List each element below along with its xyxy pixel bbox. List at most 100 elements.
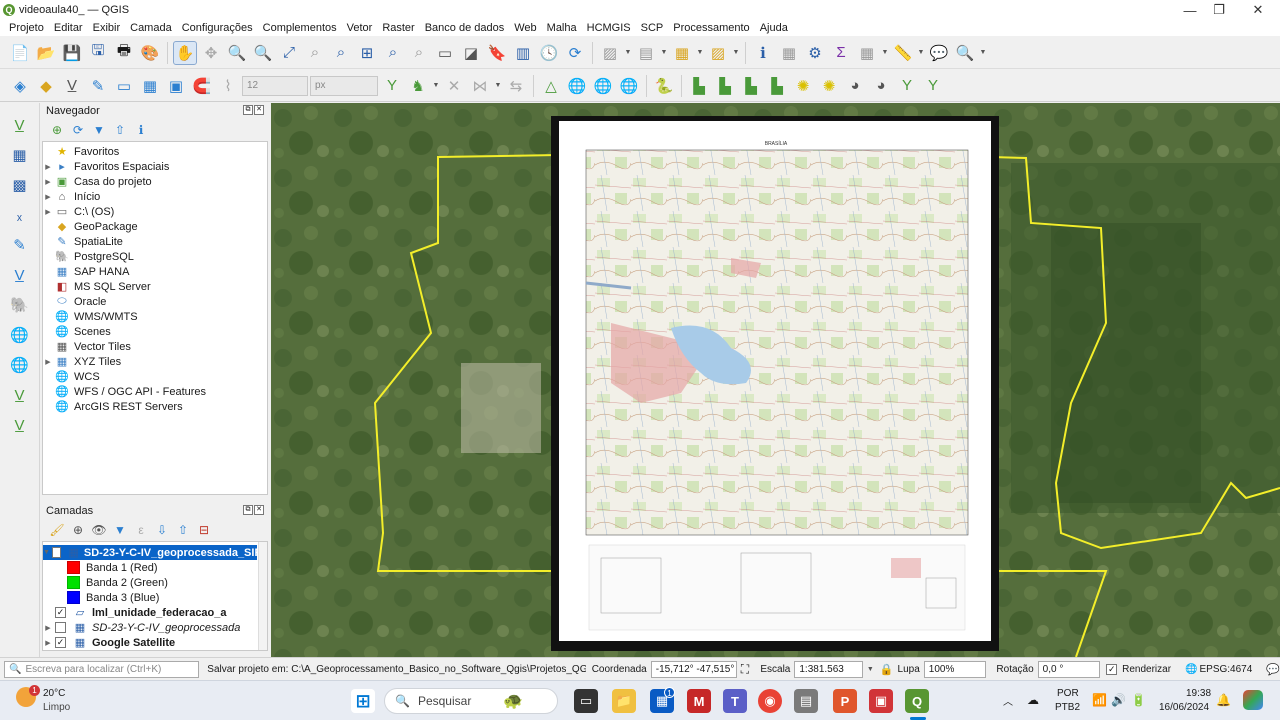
chevron-down-icon[interactable]: ▼ [867,666,874,673]
notification-bell-icon[interactable]: 🔔 [1216,693,1231,707]
show-hide-labels-icon[interactable]: ◕ [869,74,893,98]
layer-edits-icon[interactable]: ◈ [8,74,32,98]
expand-arrow-icon[interactable]: ▶ [43,624,53,632]
save-project-icon[interactable]: 💾 [60,41,84,65]
add-delimited-text-icon[interactable]: ₓ [8,203,32,227]
menu-item-0[interactable]: Projeto [4,22,49,34]
add-postgis-icon[interactable]: 🐘 [8,293,32,317]
pin-labels-icon[interactable]: ▙ [713,74,737,98]
add-virtual-layer-icon[interactable]: V̲ [8,263,32,287]
chrome-icon[interactable]: ◉ [758,689,782,713]
style-layer-icon[interactable]: 🖌 [48,521,66,539]
layers-scrollbar[interactable] [258,542,267,650]
navigator-item[interactable]: ▶ ⌂ Início [43,189,267,204]
info-icon[interactable]: ℹ [132,121,150,139]
add-vector-layer-icon[interactable]: V̲ [8,113,32,137]
add-group-icon[interactable]: ⊕ [69,521,87,539]
expand-arrow-icon[interactable]: ▶ [43,193,53,201]
navigator-item[interactable]: 🌐 WMS/WMTS [43,309,267,324]
notes-icon[interactable]: ▤ [794,689,818,713]
navigator-item[interactable]: ◧ MS SQL Server [43,279,267,294]
filter-icon[interactable]: ▼ [90,121,108,139]
taskbar-search[interactable]: 🔍 Pesquisar 🐢 [384,688,558,714]
tolerance-input[interactable]: 12 [242,75,308,96]
pan-to-selection-icon[interactable]: ✥ [199,41,223,65]
file-explorer-icon[interactable]: 📁 [612,689,636,713]
digitize-line-icon[interactable]: ✎ [86,74,110,98]
add-feature-icon[interactable]: ▭ [112,74,136,98]
attribute-table-icon[interactable]: ▦ [777,41,801,65]
menu-item-13[interactable]: Processamento [668,22,754,34]
close-button[interactable]: ✕ [1240,0,1276,20]
menu-item-6[interactable]: Vetor [342,22,378,34]
band-legend-item[interactable]: Banda 3 (Blue) [43,590,257,605]
zoom-selection-icon[interactable]: ⌕ [303,41,327,65]
field-calculator-icon[interactable]: ▦ [855,41,879,65]
move-selection-icon[interactable]: ▨ [706,41,730,65]
trace-icon[interactable]: Y [380,74,404,98]
keyboard-layout[interactable]: PTB2 [1055,702,1080,713]
remove-layer-icon[interactable]: ⊟ [195,521,213,539]
expand-all-icon[interactable]: ⇩ [153,521,171,539]
measure-icon[interactable]: 📏 [891,41,915,65]
label-tool-icon[interactable]: ▙ [687,74,711,98]
settings-gear-icon[interactable]: ⚙ [803,41,827,65]
navigator-item[interactable]: 🌐 WFS / OGC API - Features [43,384,267,399]
expand-arrow-icon[interactable]: ▶ [43,358,53,366]
layer-item[interactable]: ▼ ✓ ▦ SD-23-Y-C-IV_geoprocessada_SIR [43,545,262,560]
teams-icon[interactable]: T [723,689,747,713]
identify-icon[interactable]: ℹ [751,41,775,65]
band-legend-item[interactable]: Banda 2 (Green) [43,575,257,590]
navigator-item[interactable]: 🌐 ArcGIS REST Servers [43,399,267,414]
maximize-button[interactable]: ❐ [1201,0,1237,20]
highlight-labels-icon[interactable]: ▙ [739,74,763,98]
toggle-editing-icon[interactable]: ◆ [34,74,58,98]
windows-start-icon[interactable]: ⊞ [351,689,375,713]
add-mesh-layer-icon[interactable]: ▩ [8,173,32,197]
clock-date[interactable]: 16/06/2024 [1159,702,1209,713]
collapse-all-icon[interactable]: ⇧ [111,121,129,139]
render-checkbox[interactable]: ✓ [1106,663,1118,675]
save-edits-icon[interactable]: ▣ [164,74,188,98]
menu-item-4[interactable]: Configurações [177,22,258,34]
navigator-item[interactable]: ▶ ▸ Favoritos Espaciais [43,159,267,174]
crs-button[interactable]: EPSG:4674 [1199,664,1252,675]
menu-item-5[interactable]: Complementos [258,22,342,34]
reshape-icon[interactable]: ♞ [406,74,430,98]
map-canvas[interactable]: BRASÍLIA [271,103,1280,657]
navigator-item[interactable]: 🐘 PostgreSQL [43,249,267,264]
navigator-item[interactable]: ⬭ Oracle [43,294,267,309]
python-console-icon[interactable]: 🐍 [652,74,676,98]
zoom-layer-icon[interactable]: ⌕ [329,41,353,65]
layer-visibility-checkbox[interactable]: ✓ [55,637,66,648]
add-spatialite-icon[interactable]: ✎ [8,233,32,257]
rotation-field[interactable]: 0,0 ° [1037,660,1101,678]
pan-map-icon[interactable]: ✋ [173,40,197,65]
locator-search[interactable]: 🔍 Escreva para localizar (Ctrl+K) [4,660,200,678]
style-manager-icon[interactable]: 🎨 [138,41,162,65]
expand-arrow-icon[interactable]: ▼ [43,549,50,556]
layer-item[interactable]: ▶ ▦ SD-23-Y-C-IV_geoprocessada [43,620,257,635]
add-wfs-layer-icon[interactable]: V̲ [8,383,32,407]
menu-item-7[interactable]: Raster [377,22,419,34]
label-properties-icon[interactable]: Y [895,74,919,98]
layer-item[interactable]: ▶ ✓ ▦ Google Satellite [43,635,257,650]
close-panel-icon[interactable]: ✕ [254,105,264,115]
navigator-item[interactable]: 🌐 WCS [43,369,267,384]
lock-icon[interactable]: 🔒 [880,663,894,676]
volume-icon[interactable]: 🔊 [1111,693,1126,707]
clock-time[interactable]: 19:38 [1186,688,1211,699]
onedrive-icon[interactable]: ☁ [1027,693,1039,707]
float-panel-icon[interactable]: ⧉ [243,505,253,515]
navigator-item[interactable]: ▦ Vector Tiles [43,339,267,354]
temporal-controller-icon[interactable]: 🕓 [537,41,561,65]
vertex-tool-icon[interactable]: ▦ [138,74,162,98]
layer-visibility-checkbox[interactable] [55,622,66,633]
osm-icon[interactable]: 🌐 [617,74,641,98]
mcafee-icon[interactable]: M [687,689,711,713]
navigator-item[interactable]: ★ Favoritos [43,144,267,159]
snapping-options-icon[interactable]: ⌇ [216,74,240,98]
magnifier-field[interactable]: 100% [923,660,987,678]
pdf-icon[interactable]: ▣ [869,689,893,713]
filter-legend-icon[interactable]: ▼ [111,521,129,539]
